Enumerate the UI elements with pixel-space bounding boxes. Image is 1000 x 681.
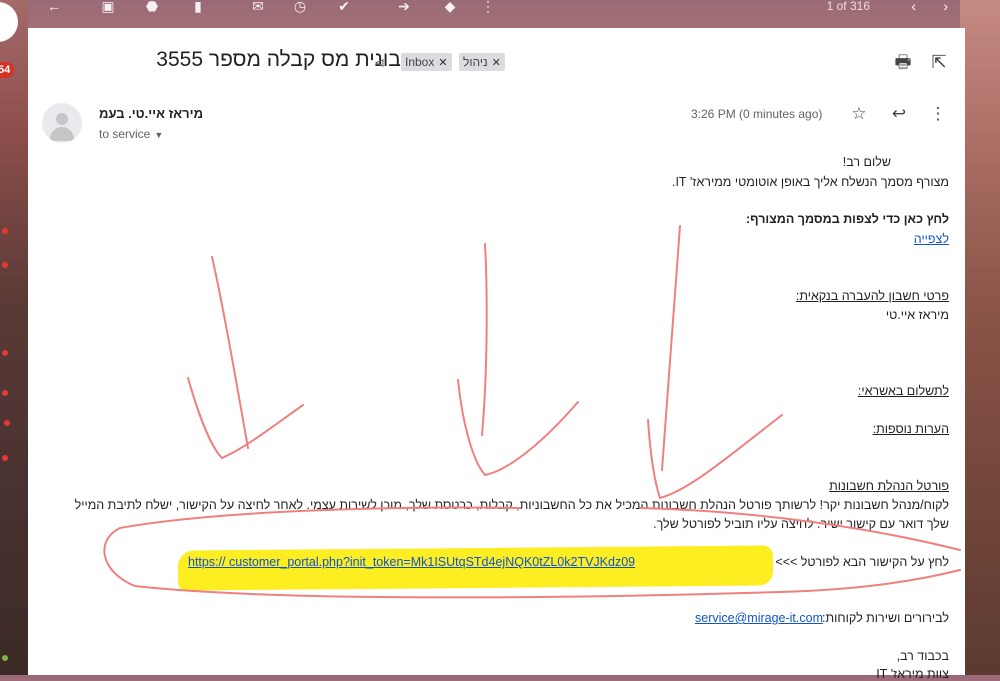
delete-icon[interactable]: ▮ [190, 0, 206, 13]
bank-transfer-heading: פרטי חשבון להעברה בנקאית: [795, 289, 949, 303]
reply-all-icon[interactable]: ↩ [889, 104, 909, 124]
regards: בכבוד רב, [896, 649, 949, 663]
support-email-link[interactable]: service@mirage-it.com [695, 611, 823, 625]
print-icon[interactable]: 🖶 [893, 52, 913, 72]
view-document-link[interactable]: לצפייה [914, 232, 949, 246]
star-icon[interactable]: ☆ [849, 104, 869, 124]
decor-dot [2, 455, 8, 461]
notes-heading: הערות נוספות: [872, 422, 949, 436]
bank-account-name: מיראז איי.טי [885, 308, 949, 322]
intro-text: מצורף מסמך הנשלח אליך באופן אוטומטי ממיר… [671, 175, 949, 189]
greeting: שלום רב! [842, 155, 891, 169]
archive-icon[interactable]: ▣ [100, 0, 116, 13]
back-arrow-icon[interactable]: ← [46, 0, 62, 13]
label-icon[interactable]: ◆ [442, 0, 458, 13]
email-view-panel: חשבונית מס קבלה מספר 3555 ⊲ Inbox ✕ ניהול… [28, 28, 965, 681]
more-options-icon[interactable]: ⋮ [480, 0, 496, 13]
older-chevron-icon[interactable]: › [943, 0, 948, 13]
portal-text-line-2: שלך דואר עם קישור ישיר. לחיצה עליו תוביל… [653, 517, 949, 531]
report-spam-icon[interactable]: ⬣ [144, 0, 160, 13]
decor-dot [4, 420, 10, 426]
label-chip-inbox: Inbox ✕ [401, 53, 452, 71]
email-subject: חשבונית מס קבלה מספר 3555 [156, 48, 430, 71]
view-heading: לחץ כאן כדי לצפות במסמך המצורף: [745, 212, 949, 226]
decor-dot [2, 390, 8, 396]
label-chip-text: Inbox [405, 55, 435, 69]
portal-link[interactable]: https:// customer_portal.php?init_token=… [188, 555, 635, 569]
open-new-window-icon[interactable]: ⇱ [929, 52, 949, 72]
decor-dot [2, 350, 8, 356]
portal-text-line-1: לקוח/מנהל חשבונות יקר! לרשותך פורטל הנהל… [74, 498, 949, 512]
signature: צוות מיראז' IT [876, 667, 949, 681]
sender-name: מיראז איי.טי. בעמ [99, 106, 204, 121]
newer-chevron-icon[interactable]: ‹ [911, 0, 916, 13]
remove-label-icon[interactable]: ✕ [438, 57, 447, 69]
message-time: 3:26 PM (0 minutes ago) [691, 107, 823, 121]
desktop-background-right [960, 0, 1000, 675]
desktop-background-left [0, 0, 28, 675]
message-more-icon[interactable]: ⋮ [928, 104, 948, 124]
support-label: לבירורים ושירות לקוחות: [821, 611, 949, 625]
message-toolbar: ← ▣ ⬣ ▮ ✉ ◷ ✔ ➔ ◆ ⋮ 1 of 316 ‹ › [28, 0, 1000, 28]
move-to-icon[interactable]: ➔ [396, 0, 412, 13]
caret-down-icon[interactable]: ▼ [154, 130, 163, 140]
add-task-icon[interactable]: ✔ [336, 0, 352, 13]
decor-dot [2, 262, 8, 268]
decor-dot [2, 228, 8, 234]
label-chip-text: ניהול [463, 55, 488, 69]
snooze-icon[interactable]: ◷ [292, 0, 308, 13]
portal-heading: פורטל הנהלת חשבונות [829, 479, 949, 493]
credit-payment-heading: לתשלום באשראי: [857, 384, 949, 398]
recipient-details[interactable]: to service ▼ [99, 127, 163, 141]
important-marker-icon[interactable]: ⊲ [374, 55, 385, 71]
decor-dot [2, 655, 8, 661]
mark-unread-icon[interactable]: ✉ [250, 0, 266, 13]
recipient-text: to service [99, 127, 151, 141]
pagination-count: 1 of 316 [826, 0, 870, 13]
sender-avatar [42, 103, 82, 143]
portal-link-prompt: לחץ על הקישור הבא לפורטל >>> [775, 555, 949, 569]
label-chip-management: ניהול ✕ [459, 53, 505, 71]
remove-label-icon[interactable]: ✕ [492, 57, 501, 69]
